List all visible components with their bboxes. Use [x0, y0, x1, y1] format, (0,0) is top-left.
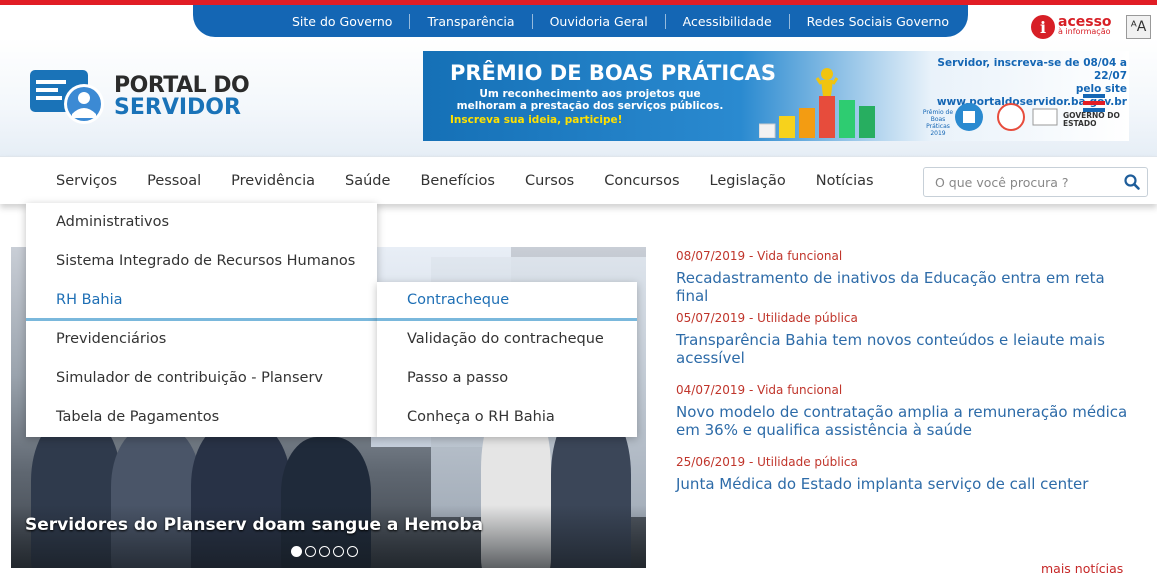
acesso-subtitle: à informação — [1058, 27, 1111, 36]
logo-line-1: PORTAL DO — [114, 73, 250, 98]
top-link-acessibilidade[interactable]: Acessibilidade — [664, 13, 789, 29]
dropdown-item-tabela-pagamentos[interactable]: Tabela de Pagamentos — [56, 409, 219, 425]
font-size-button[interactable]: ᴬA — [1126, 15, 1151, 39]
submenu-item-passo-a-passo[interactable]: Passo a passo — [407, 370, 508, 386]
portal-logo-icon — [26, 66, 108, 128]
logo-line-2: SERVIDOR — [114, 95, 241, 120]
dropdown-item-administrativos[interactable]: Administrativos — [56, 214, 169, 230]
rh-bahia-submenu: Contracheque Validação do contracheque P… — [377, 282, 637, 437]
nav-pessoal[interactable]: Pessoal — [132, 173, 216, 189]
news-meta: 25/06/2019 - Utilidade pública — [676, 455, 858, 469]
nav-noticias[interactable]: Notícias — [801, 173, 889, 189]
top-link-site-do-governo[interactable]: Site do Governo — [275, 14, 409, 29]
search-input[interactable] — [924, 168, 1114, 196]
banner-right-line-1: Servidor, inscreva-se de 08/04 a 22/07 — [937, 57, 1127, 82]
governo-bahia-logo: GOVERNO DO ESTADO — [1063, 94, 1127, 128]
submenu-item-conheca-rh-bahia[interactable]: Conheça o RH Bahia — [407, 409, 555, 425]
news-item: 04/07/2019 - Vida funcional Novo modelo … — [676, 383, 1136, 439]
nav-previdencia[interactable]: Previdência — [216, 173, 330, 189]
news-title-link[interactable]: Novo modelo de contratação amplia a remu… — [676, 403, 1136, 439]
news-item: 08/07/2019 - Vida funcional Recadastrame… — [676, 249, 1136, 305]
banner-subtitle: Um reconhecimento aos projetos que melho… — [456, 88, 724, 112]
news-meta: 05/07/2019 - Utilidade pública — [676, 311, 858, 325]
news-meta: 08/07/2019 - Vida funcional — [676, 249, 843, 263]
nav-servicos[interactable]: Serviços — [41, 173, 132, 189]
main-nav: Serviços Pessoal Previdência Saúde Benef… — [0, 156, 1157, 204]
carousel-dot[interactable] — [319, 546, 330, 557]
nav-concursos[interactable]: Concursos — [589, 173, 694, 189]
carousel-dots — [291, 546, 358, 557]
more-news-link[interactable]: mais notícias — [1041, 561, 1123, 576]
news-title-link[interactable]: Junta Médica do Estado implanta serviço … — [676, 475, 1136, 493]
portal-logo[interactable]: PORTAL DO SERVIDOR — [26, 66, 250, 128]
carousel-dot[interactable] — [333, 546, 344, 557]
dropdown-active-underline — [26, 318, 377, 321]
nav-beneficios[interactable]: Benefícios — [405, 173, 510, 189]
search-box — [923, 167, 1148, 197]
dropdown-item-sirh[interactable]: Sistema Integrado de Recursos Humanos — [56, 253, 355, 269]
page: Site do Governo Transparência Ouvidoria … — [0, 0, 1157, 588]
carousel-dot[interactable] — [291, 546, 302, 557]
top-link-transparencia[interactable]: Transparência — [409, 13, 531, 29]
carousel-dot[interactable] — [347, 546, 358, 557]
news-item: 05/07/2019 - Utilidade pública Transparê… — [676, 311, 1136, 367]
submenu-item-contracheque[interactable]: Contracheque — [407, 292, 509, 308]
nav-legislacao[interactable]: Legislação — [695, 173, 801, 189]
carousel-dot[interactable] — [305, 546, 316, 557]
banner-small-label: Prêmio de Boas Práticas 2019 — [922, 109, 954, 137]
news-title-link[interactable]: Recadastramento de inativos da Educação … — [676, 269, 1136, 305]
acesso-informacao-link[interactable]: i acesso à informação — [1031, 15, 1112, 39]
banner-partner-logos — [955, 103, 1058, 131]
premio-boas-praticas-banner[interactable]: PRÊMIO DE BOAS PRÁTICAS Um reconheciment… — [423, 51, 1129, 141]
info-icon: i — [1031, 15, 1055, 39]
servicos-dropdown: Administrativos Sistema Integrado de Rec… — [26, 203, 377, 437]
submenu-item-validacao[interactable]: Validação do contracheque — [407, 331, 604, 347]
dropdown-item-rh-bahia[interactable]: RH Bahia — [56, 292, 123, 308]
news-item: 25/06/2019 - Utilidade pública Junta Méd… — [676, 455, 1136, 493]
banner-cta: Inscreva sua ideia, participe! — [450, 114, 623, 126]
bahia-flag-icon — [1083, 94, 1105, 112]
banner-title: PRÊMIO DE BOAS PRÁTICAS — [450, 61, 776, 85]
news-meta: 04/07/2019 - Vida funcional — [676, 383, 843, 397]
submenu-active-underline — [377, 318, 637, 321]
dropdown-item-previdenciarios[interactable]: Previdenciários — [56, 331, 166, 347]
trophy-bars-icon — [759, 68, 875, 138]
governo-bahia-text: GOVERNO DO ESTADO — [1063, 111, 1120, 128]
dropdown-item-simulador-planserv[interactable]: Simulador de contribuição - Planserv — [56, 370, 323, 386]
hero-caption-title[interactable]: Servidores do Planserv doam sangue a Hem… — [25, 515, 483, 535]
top-links-bar: Site do Governo Transparência Ouvidoria … — [193, 5, 968, 37]
top-link-redes-sociais[interactable]: Redes Sociais Governo — [788, 13, 966, 29]
acesso-title: acesso — [1058, 14, 1112, 30]
news-title-link[interactable]: Transparência Bahia tem novos conteúdos … — [676, 331, 1136, 367]
search-icon[interactable] — [1123, 173, 1141, 191]
top-link-ouvidoria-geral[interactable]: Ouvidoria Geral — [531, 13, 665, 29]
nav-saude[interactable]: Saúde — [330, 173, 405, 189]
nav-cursos[interactable]: Cursos — [510, 173, 589, 189]
